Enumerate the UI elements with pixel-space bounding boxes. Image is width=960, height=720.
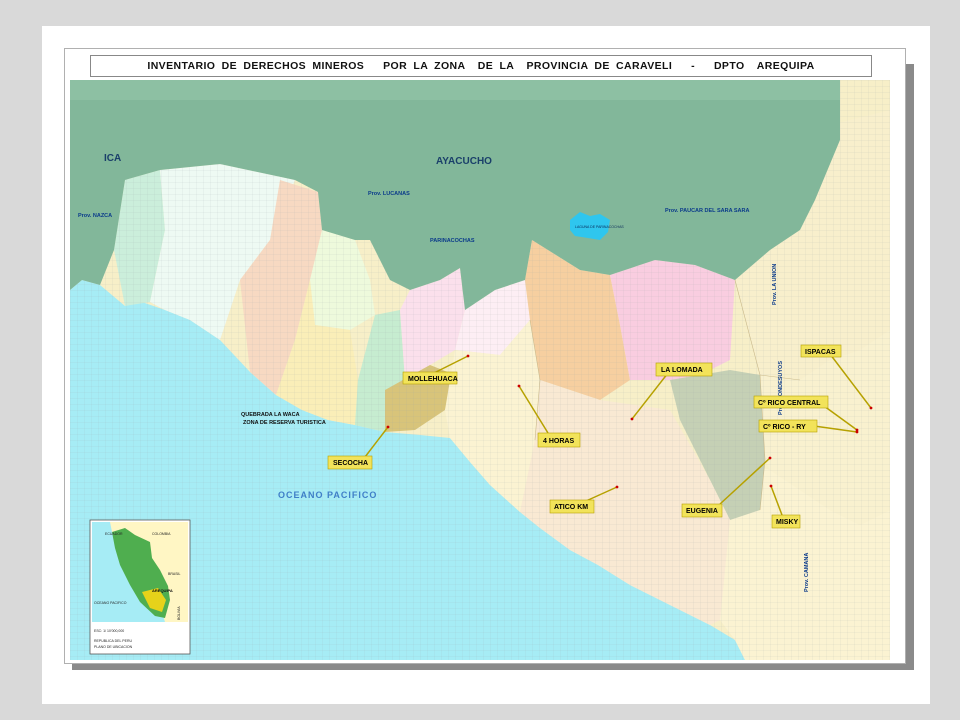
province-label-parinacochas: PARINACOCHAS — [430, 238, 475, 244]
inset-colombia: COLOMBIA — [152, 532, 171, 536]
callout-label: LA LOMADA — [661, 367, 703, 374]
province-label-camana: Prov. CAMANA — [804, 553, 810, 592]
region-label-ocean: OCEANO PACIFICO — [278, 490, 377, 500]
annotation-line2: ZONA DE RESERVA TURISTICA — [243, 420, 326, 426]
inset-bolivia: BOLIVIA — [177, 606, 181, 620]
title-bar: INVENTARIO DE DERECHOS MINEROS POR LA ZO… — [90, 55, 872, 77]
annotation-line1: QUEBRADA LA WACA — [241, 412, 300, 418]
callout-label: MOLLEHUACA — [408, 376, 458, 383]
callout-label: ATICO KM — [554, 504, 588, 511]
map-title: INVENTARIO DE DERECHOS MINEROS POR LA ZO… — [147, 60, 815, 72]
callout-label: SECOCHA — [333, 460, 368, 467]
inset-ecuador: ECUADOR — [105, 532, 123, 536]
inset-arequipa-label: AREQUIPA — [152, 588, 173, 593]
callout-label: ISPACAS — [805, 349, 836, 356]
inset-caption-2: PLANO DE UBICACION — [94, 645, 133, 649]
inset-ocean: OCEANO PACIFICO — [94, 601, 127, 605]
highlands-ridge — [70, 80, 840, 100]
inset-brasil: BRASIL — [168, 572, 181, 576]
region-label-ayacucho: AYACUCHO — [436, 156, 492, 167]
inset-location-map: ECUADOR COLOMBIA BRASIL BOLIVIA OCEANO P… — [89, 519, 191, 655]
callout-label: EUGENIA — [686, 508, 718, 515]
callout-label: Cº RICO - RY — [763, 424, 806, 431]
lagoon-label: LAGUNA DE PARINACOCHAS — [575, 225, 624, 229]
inset-scale: ESC: 1/ 10'000,000 — [94, 629, 124, 633]
mining-rights-map[interactable]: ICA AYACUCHO OCEANO PACIFICO LAGUNA DE P… — [70, 80, 890, 660]
province-label-la-union: Prov. LA UNION — [772, 264, 778, 305]
callout-label: 4 HORAS — [543, 438, 574, 445]
callout-label: Cº RICO CENTRAL — [758, 400, 821, 407]
region-label-ica: ICA — [104, 153, 121, 164]
inset-caption-1: REPUBLICA DEL PERU — [94, 639, 132, 643]
province-label-paucar: Prov. PAUCAR DEL SARA SARA — [665, 208, 749, 214]
callout-label: MISKY — [776, 519, 799, 526]
province-label-lucanas: Prov. LUCANAS — [368, 191, 410, 197]
province-label-nazca: Prov. NAZCA — [78, 213, 112, 219]
